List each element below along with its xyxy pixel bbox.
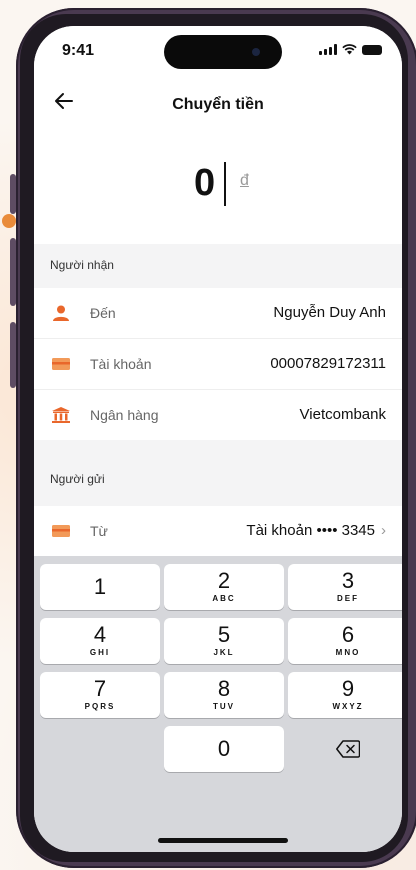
home-indicator — [158, 838, 288, 843]
sender-account-row[interactable]: Từ Tài khoản •••• 3345 › — [34, 506, 402, 556]
recipient-account-row[interactable]: Tài khoản 00007829172311 — [34, 339, 402, 389]
backspace-icon — [336, 740, 361, 758]
key-letters: DEF — [337, 594, 359, 603]
key-0[interactable]: 0 — [164, 726, 284, 772]
status-icons — [319, 44, 382, 55]
status-bar: 9:41 — [34, 26, 402, 82]
person-icon — [53, 305, 69, 321]
dynamic-island — [164, 35, 282, 69]
key-1[interactable]: 1 — [40, 564, 160, 610]
camera-icon — [252, 48, 260, 56]
key-4[interactable]: 4 GHI — [40, 618, 160, 664]
status-time: 9:41 — [62, 42, 95, 59]
recipient-name-label: Đến — [90, 305, 116, 321]
screen: 9:41 Chuyển tiền 0 đ Người nhận Đến Nguy… — [34, 26, 402, 852]
recipient-bank-label: Ngân hàng — [90, 407, 159, 423]
recipient-bank-value: Vietcombank — [299, 406, 386, 423]
key-6[interactable]: 6 MNO — [288, 618, 402, 664]
key-digit: 3 — [341, 568, 355, 593]
text-caret — [224, 162, 226, 206]
key-3[interactable]: 3 DEF — [288, 564, 402, 610]
recipient-section-label: Người nhận — [50, 258, 114, 272]
key-letters: ABC — [212, 594, 236, 603]
key-digit: 5 — [217, 622, 231, 647]
key-digit: 6 — [341, 622, 355, 647]
key-7[interactable]: 7 PQRS — [40, 672, 160, 718]
recipient-bank-row[interactable]: Ngân hàng Vietcombank — [34, 390, 402, 440]
backspace-key[interactable] — [288, 726, 402, 772]
recipient-name-row[interactable]: Đến Nguyễn Duy Anh — [34, 288, 402, 338]
key-digit: 7 — [93, 676, 107, 701]
header: Chuyển tiền — [34, 82, 402, 132]
key-digit: 4 — [93, 622, 107, 647]
currency-symbol: đ — [240, 172, 249, 189]
key-2[interactable]: 2 ABC — [164, 564, 284, 610]
numeric-keypad: 1 2 ABC 3 DEF 4 GHI 5 JKL 6 MNO 7 PQRS 8… — [34, 556, 402, 852]
key-digit: 9 — [341, 676, 355, 701]
page-title: Chuyển tiền — [172, 96, 264, 113]
recipient-account-label: Tài khoản — [90, 356, 152, 372]
battery-icon — [362, 45, 382, 55]
key-8[interactable]: 8 TUV — [164, 672, 284, 718]
key-letters: MNO — [335, 648, 361, 657]
amount-value: 0 — [194, 162, 216, 204]
sender-section-label: Người gửi — [50, 472, 105, 486]
sender-account-value-wrap: Tài khoản •••• 3345 › — [246, 522, 386, 539]
wifi-icon — [342, 44, 357, 55]
key-digit: 2 — [217, 568, 231, 593]
amount-input-area[interactable]: 0 đ — [34, 132, 402, 244]
card-icon — [52, 358, 70, 370]
key-letters: WXYZ — [332, 702, 364, 711]
key-letters: GHI — [89, 648, 111, 657]
chevron-right-icon: › — [381, 522, 386, 539]
key-letters: TUV — [213, 702, 235, 711]
recipient-account-value: 00007829172311 — [270, 355, 386, 372]
sender-account-value: Tài khoản •••• 3345 — [246, 522, 375, 539]
key-digit: 8 — [217, 676, 231, 701]
recipient-name-value: Nguyễn Duy Anh — [273, 304, 386, 321]
sender-account-label: Từ — [90, 523, 108, 539]
card-icon — [52, 525, 70, 537]
key-digit: 0 — [217, 736, 231, 761]
key-letters: PQRS — [84, 702, 116, 711]
bank-icon — [52, 407, 70, 423]
key-digit: 1 — [93, 574, 107, 599]
key-5[interactable]: 5 JKL — [164, 618, 284, 664]
decorative-dot — [2, 214, 16, 228]
key-9[interactable]: 9 WXYZ — [288, 672, 402, 718]
key-letters: JKL — [213, 648, 235, 657]
signal-icon — [319, 44, 337, 55]
